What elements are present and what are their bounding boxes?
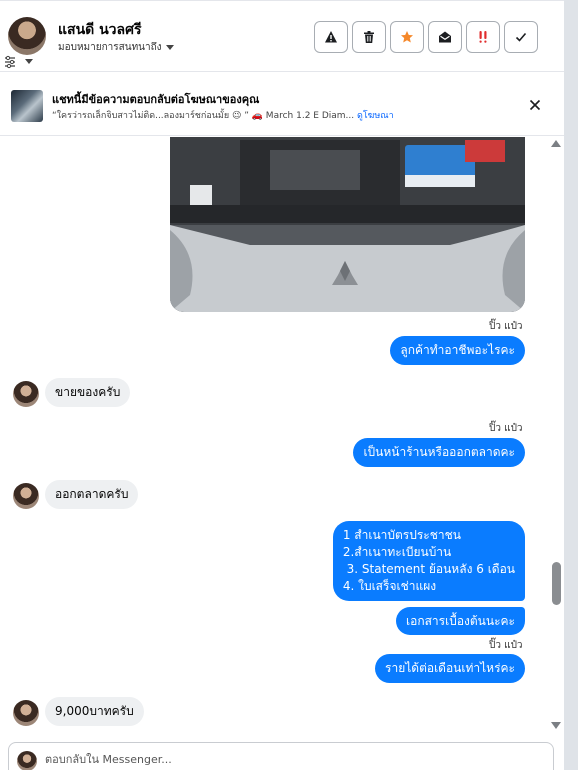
assign-conversation-dropdown[interactable]: มอบหมายการสนทนาถึง — [58, 40, 174, 55]
contact-avatar-small — [13, 381, 39, 407]
page-avatar — [17, 751, 37, 770]
ad-caption: “ใครว่ารถเล็กจิบสาวไม่ติด...ลองมาร์ชก่อน… — [52, 111, 355, 121]
outgoing-message[interactable]: รายได้ต่อเดือนเท่าไหร่คะ — [375, 654, 525, 683]
ad-banner-subtitle: “ใครว่ารถเล็กจิบสาวไม่ติด...ลองมาร์ชก่อน… — [52, 108, 394, 122]
spam-button[interactable] — [466, 21, 500, 53]
assign-label: มอบหมายการสนทนาถึง — [58, 42, 162, 53]
outgoing-message[interactable]: เอกสารเบื้องต้นนะคะ — [396, 607, 525, 635]
ad-banner-title: แชทนี้มีข้อความตอบกลับต่อโฆษณาของคุณ — [52, 93, 260, 106]
mark-unread-button[interactable] — [428, 21, 462, 53]
message-thread[interactable]: ปิ๊ว แป๋ว ลูกค้าทำอาชีพอะไรคะ ขายของครับ… — [0, 137, 564, 734]
view-ad-link[interactable]: ดูโฆษณา — [357, 111, 394, 121]
exclamation-double-icon — [479, 31, 487, 43]
conversation-header: แสนดี นวลศรี มอบหมายการสนทนาถึง — [0, 1, 564, 72]
star-icon — [401, 31, 413, 43]
ad-thumbnail[interactable] — [11, 90, 43, 122]
car-engine-photo[interactable] — [170, 137, 525, 312]
close-icon[interactable] — [527, 97, 543, 113]
chevron-down-icon — [165, 44, 174, 50]
seen-indicator: ปิ๊ว แป๋ว — [489, 640, 523, 651]
delete-button[interactable] — [352, 21, 386, 53]
document-list-line: 3. Statement ย้อนหลัง 6 เดือน — [342, 562, 515, 576]
incoming-message[interactable]: ขายของครับ — [45, 378, 131, 407]
done-button[interactable] — [504, 21, 538, 53]
scrollbar-track[interactable] — [564, 0, 578, 770]
outgoing-message-document-list[interactable]: 1 สำเนาบัตรประชาชน 2.สำเนาทะเบียนบ้าน 3.… — [332, 521, 525, 601]
trash-icon — [364, 31, 374, 43]
contact-avatar-small — [13, 700, 39, 726]
contact-avatar[interactable] — [8, 17, 46, 55]
scroll-up-arrow-icon[interactable] — [551, 140, 561, 147]
scrollbar-thumb[interactable] — [552, 562, 561, 605]
incoming-message[interactable]: 9,000บาทครับ — [45, 697, 144, 726]
document-list-line: 2.สำเนาทะเบียนบ้าน — [342, 545, 452, 559]
reply-input[interactable] — [45, 749, 535, 769]
scroll-down-arrow-icon[interactable] — [551, 722, 561, 729]
document-list-line: 1 สำเนาบัตรประชาชน — [342, 528, 461, 542]
seen-indicator: ปิ๊ว แป๋ว — [489, 423, 523, 434]
report-button[interactable] — [314, 21, 348, 53]
ad-reply-banner: แชทนี้มีข้อความตอบกลับต่อโฆษณาของคุณ “ใค… — [0, 73, 564, 136]
sliders-icon[interactable] — [4, 55, 34, 69]
document-list-line: 4. ใบเสร็จเช่าแผง — [342, 579, 437, 593]
contact-name[interactable]: แสนดี นวลศรี — [58, 19, 142, 41]
seen-indicator: ปิ๊ว แป๋ว — [489, 321, 523, 332]
outgoing-message[interactable]: เป็นหน้าร้านหรือออกตลาดคะ — [353, 438, 525, 467]
reply-composer[interactable] — [8, 742, 554, 770]
contact-avatar-small — [13, 483, 39, 509]
outgoing-message[interactable]: ลูกค้าทำอาชีพอะไรคะ — [390, 336, 525, 365]
checkmark-icon — [515, 32, 527, 42]
incoming-message[interactable]: ออกตลาดครับ — [45, 480, 139, 509]
envelope-open-icon — [439, 31, 451, 43]
star-button[interactable] — [390, 21, 424, 53]
warning-triangle-icon — [325, 31, 337, 43]
